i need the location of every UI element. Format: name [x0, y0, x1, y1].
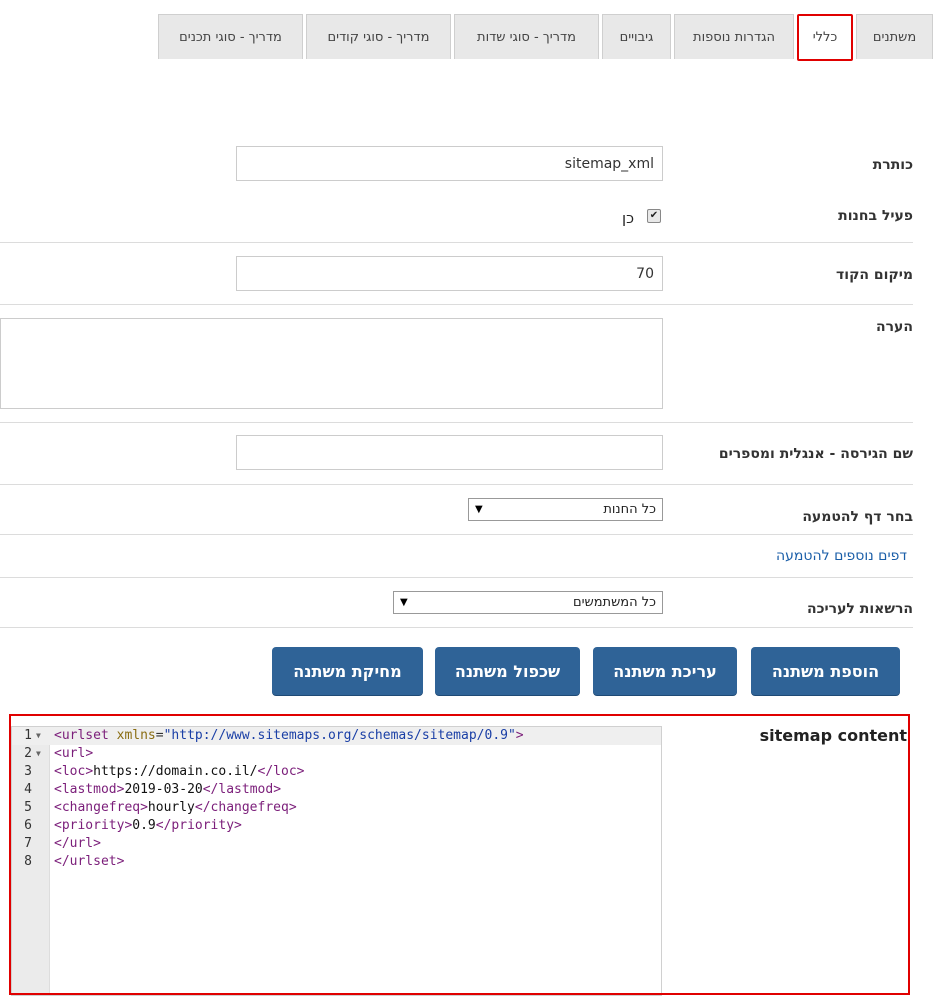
active-checkbox[interactable]: ✔	[647, 209, 661, 223]
title-row: כותרת sitemap_xml פעיל בחנות ✔ כן	[0, 135, 913, 243]
page-select[interactable]: ▼ כל החנות	[468, 498, 663, 521]
active-option-label: כן	[622, 209, 635, 227]
position-row: מיקום הקוד 70	[0, 243, 913, 305]
permissions-select-value: כל המשתמשים	[572, 595, 656, 610]
version-label: שם הגירסה - אנגלית ומספרים	[718, 446, 913, 462]
title-label: כותרת	[872, 157, 913, 173]
permissions-select[interactable]: ▼ כל המשתמשים	[393, 591, 663, 614]
add-variable-button[interactable]: הוספת משתנה	[751, 647, 900, 695]
chevron-down-icon: ▼	[475, 504, 483, 515]
tab-additional-settings[interactable]: הגדרות נוספות	[674, 14, 794, 59]
tab-backups[interactable]: גיבויים	[602, 14, 671, 59]
tab-general[interactable]: כללי	[797, 14, 853, 61]
permissions-label: הרשאות לעריכה	[807, 601, 913, 617]
tab-variables[interactable]: משתנים	[856, 14, 933, 59]
position-input[interactable]: 70	[236, 256, 663, 291]
duplicate-variable-button[interactable]: שכפול משתנה	[435, 647, 580, 695]
version-input[interactable]	[236, 435, 663, 470]
note-row: הערה	[0, 305, 913, 423]
delete-variable-button[interactable]: מחיקת משתנה	[272, 647, 423, 695]
position-label: מיקום הקוד	[836, 267, 913, 283]
page-select-label: בחר דף להטמעה	[802, 509, 913, 525]
title-input[interactable]: sitemap_xml	[236, 146, 663, 181]
permissions-row: הרשאות לעריכה ▼ כל המשתמשים	[0, 578, 913, 628]
edit-variable-button[interactable]: עריכת משתנה	[593, 647, 737, 695]
note-label: הערה	[876, 319, 913, 335]
chevron-down-icon: ▼	[400, 597, 408, 608]
tab-guide-field-types[interactable]: מדריך - סוגי שדות	[454, 14, 599, 59]
note-textarea[interactable]	[0, 318, 663, 409]
more-pages-row: דפים נוספים להטמעה	[0, 535, 913, 578]
tab-guide-content-types[interactable]: מדריך - סוגי תכנים	[158, 14, 303, 59]
tab-bar: משתנים כללי הגדרות נוספות גיבויים מדריך …	[158, 14, 933, 61]
highlight-annotation	[9, 714, 910, 995]
tab-guide-code-types[interactable]: מדריך - סוגי קודים	[306, 14, 451, 59]
page-select-row: בחר דף להטמעה ▼ כל החנות	[0, 485, 913, 535]
active-in-store-label: פעיל בחנות	[838, 208, 913, 224]
version-row: שם הגירסה - אנגלית ומספרים	[0, 423, 913, 485]
page-select-value: כל החנות	[603, 502, 656, 517]
more-pages-link[interactable]: דפים נוספים להטמעה	[776, 548, 907, 564]
